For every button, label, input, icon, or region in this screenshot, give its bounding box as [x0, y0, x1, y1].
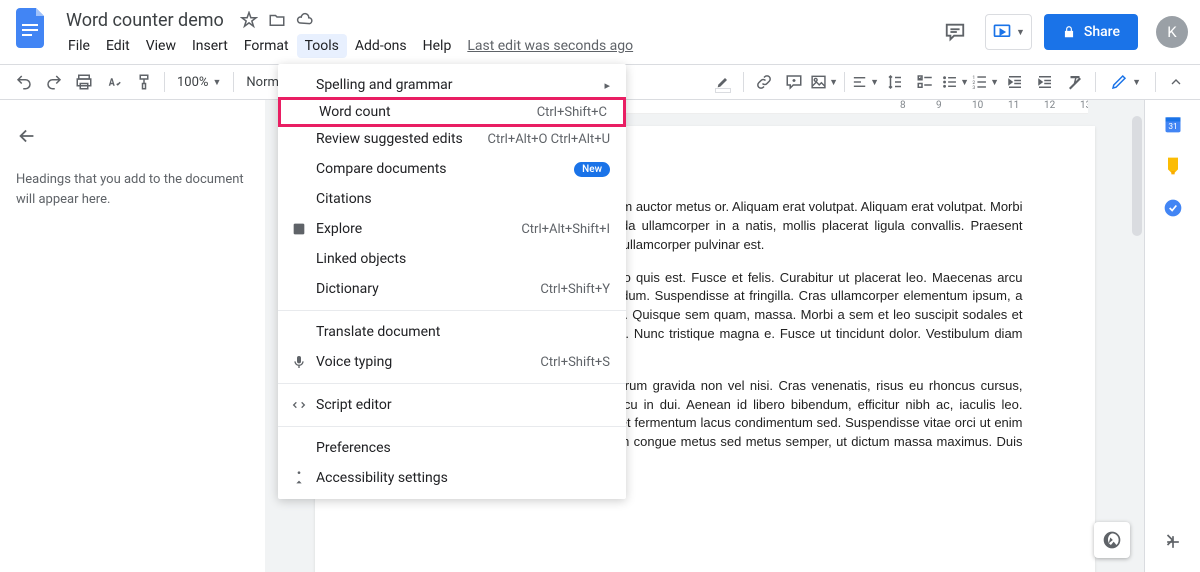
line-spacing-button[interactable]	[881, 68, 909, 96]
dd-item-accessibility-settings[interactable]: Accessibility settings	[278, 463, 626, 493]
clear-format-button[interactable]	[1061, 68, 1089, 96]
paint-format-button[interactable]	[130, 68, 158, 96]
comments-icon[interactable]	[937, 14, 973, 50]
link-button[interactable]	[750, 68, 778, 96]
bullet-list-button[interactable]: ▼	[941, 68, 969, 96]
docs-logo[interactable]	[12, 8, 52, 48]
svg-text:3: 3	[973, 85, 976, 91]
calendar-icon[interactable]: 31	[1163, 114, 1183, 134]
menu-add-ons[interactable]: Add-ons	[347, 34, 415, 58]
editing-mode-button[interactable]: ▼	[1102, 68, 1149, 96]
tools-dropdown: Spelling and grammar▸Word countCtrl+Shif…	[278, 64, 626, 499]
dd-item-citations[interactable]: Citations	[278, 184, 626, 214]
dd-item-spelling-and-grammar[interactable]: Spelling and grammar▸	[278, 70, 626, 100]
undo-button[interactable]	[10, 68, 38, 96]
dd-item-linked-objects[interactable]: Linked objects	[278, 244, 626, 274]
outline-panel: Headings that you add to the document wi…	[0, 100, 265, 572]
dd-item-translate-document[interactable]: Translate document	[278, 317, 626, 347]
highlight-button[interactable]	[709, 68, 737, 96]
menu-insert[interactable]: Insert	[184, 34, 236, 58]
checklist-button[interactable]	[911, 68, 939, 96]
print-button[interactable]	[70, 68, 98, 96]
share-button[interactable]: Share	[1044, 14, 1138, 50]
tasks-icon[interactable]	[1163, 198, 1183, 218]
menu-tools[interactable]: Tools	[297, 34, 347, 58]
menu-file[interactable]: File	[60, 34, 98, 58]
menu-view[interactable]: View	[138, 34, 184, 58]
present-button[interactable]: ▼	[985, 14, 1032, 50]
dd-item-explore[interactable]: ExploreCtrl+Alt+Shift+I	[278, 214, 626, 244]
outline-placeholder: Headings that you add to the document wi…	[16, 170, 249, 209]
explore-floating-button[interactable]	[1094, 522, 1130, 558]
scrollbar[interactable]	[1130, 114, 1144, 572]
share-label: Share	[1084, 24, 1120, 40]
dd-item-preferences[interactable]: Preferences	[278, 433, 626, 463]
menu-format[interactable]: Format	[236, 34, 297, 58]
comment-button[interactable]	[780, 68, 808, 96]
indent-increase-button[interactable]	[1031, 68, 1059, 96]
last-edit[interactable]: Last edit was seconds ago	[467, 38, 633, 54]
zoom-select[interactable]: 100%▼	[171, 75, 227, 90]
star-icon[interactable]	[240, 11, 258, 29]
svg-text:31: 31	[1168, 122, 1177, 132]
number-list-button[interactable]: 123▼	[971, 68, 999, 96]
dd-item-compare-documents[interactable]: Compare documentsNew	[278, 154, 626, 184]
move-icon[interactable]	[268, 11, 286, 29]
image-button[interactable]: ▼	[810, 68, 838, 96]
dd-item-review-suggested-edits[interactable]: Review suggested editsCtrl+Alt+O Ctrl+Al…	[278, 124, 626, 154]
menu-edit[interactable]: Edit	[98, 34, 138, 58]
redo-button[interactable]	[40, 68, 68, 96]
menu-help[interactable]: Help	[415, 34, 460, 58]
dd-item-script-editor[interactable]: Script editor	[278, 390, 626, 420]
doc-title[interactable]: Word counter demo	[60, 8, 230, 33]
side-panel: 31	[1144, 100, 1200, 572]
side-panel-toggle[interactable]	[1152, 522, 1188, 558]
align-button[interactable]: ▼	[851, 68, 879, 96]
avatar[interactable]: K	[1156, 16, 1188, 48]
indent-decrease-button[interactable]	[1001, 68, 1029, 96]
outline-back-button[interactable]	[16, 118, 52, 154]
cloud-icon[interactable]	[296, 11, 314, 29]
keep-icon[interactable]	[1163, 156, 1183, 176]
dd-item-voice-typing[interactable]: Voice typingCtrl+Shift+S	[278, 347, 626, 377]
spellcheck-button[interactable]	[100, 68, 128, 96]
collapse-toolbar-button[interactable]	[1162, 68, 1190, 96]
dd-item-word-count[interactable]: Word countCtrl+Shift+C	[278, 97, 626, 127]
dd-item-dictionary[interactable]: DictionaryCtrl+Shift+Y	[278, 274, 626, 304]
